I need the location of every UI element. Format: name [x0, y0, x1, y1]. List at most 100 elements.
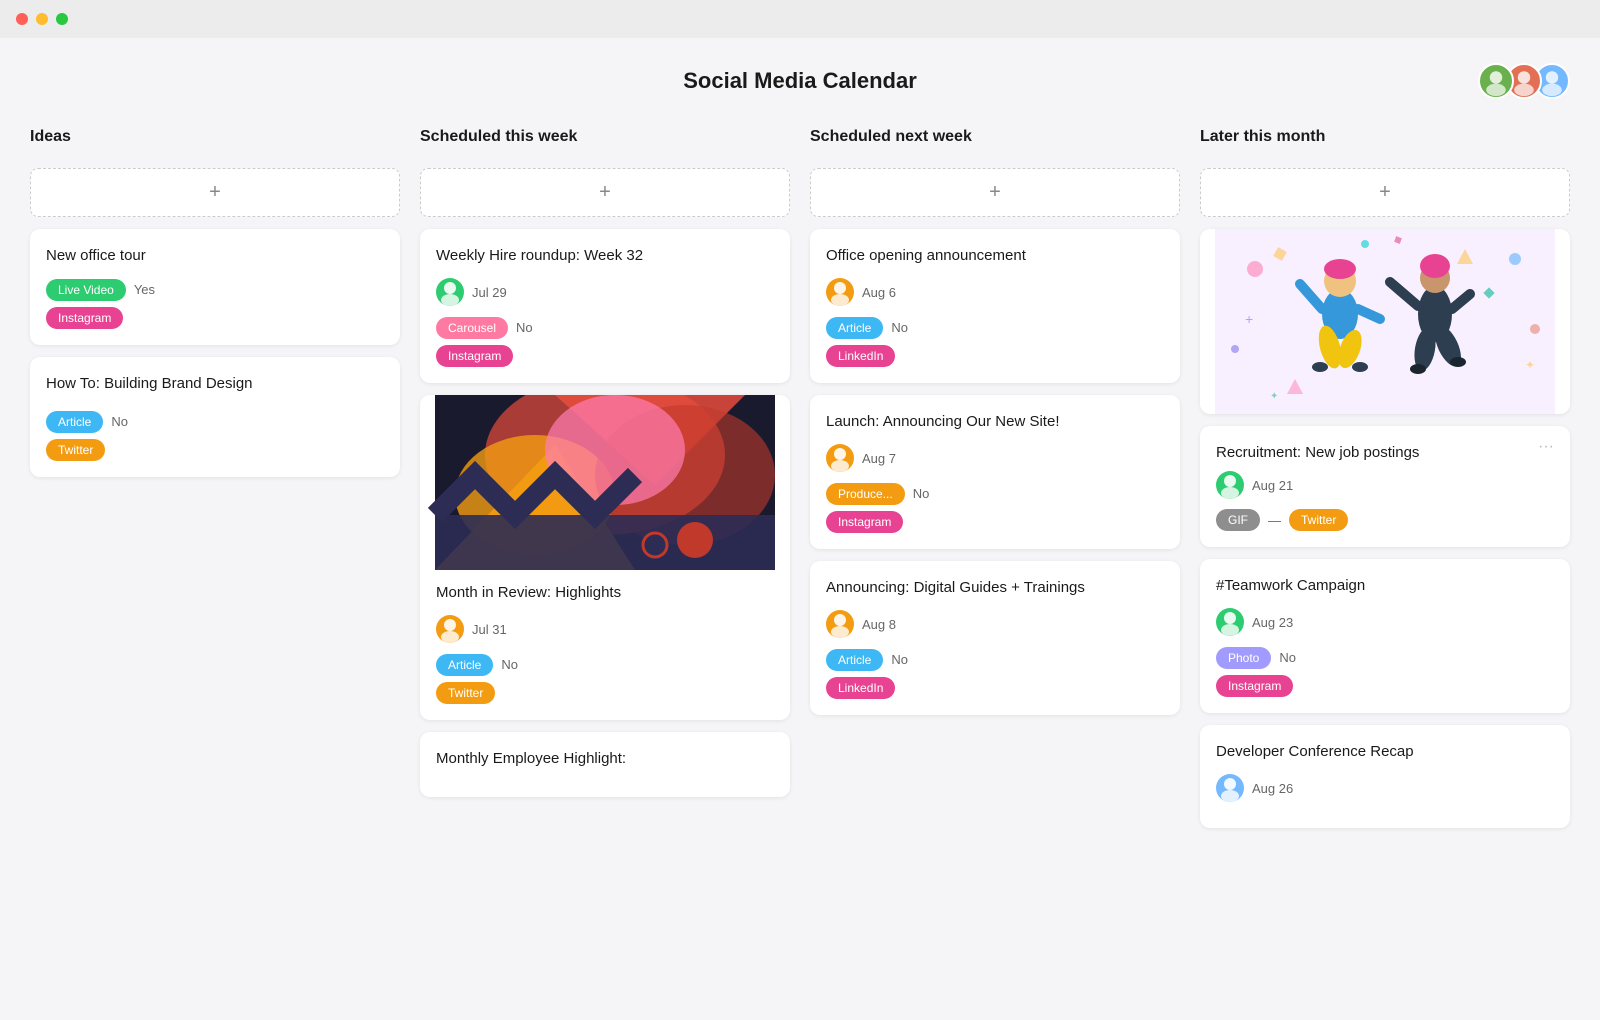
card-meta: Aug 26 [1216, 774, 1554, 802]
tag-article: Article [826, 317, 883, 339]
card-tags-2: Instagram [1216, 675, 1554, 697]
card-title: Developer Conference Recap [1216, 741, 1554, 762]
tag-linkedin: LinkedIn [826, 677, 895, 699]
tag-carousel: Carousel [436, 317, 508, 339]
tag-instagram: Instagram [1216, 675, 1293, 697]
card-new-site: Launch: Announcing Our New Site! Aug 7 P… [810, 395, 1180, 549]
card-title: Month in Review: Highlights [436, 582, 774, 603]
card-dev-conference: Developer Conference Recap Aug 26 [1200, 725, 1570, 828]
column-later: Later this month + [1200, 124, 1570, 828]
card-month-review: Month in Review: Highlights Jul 31 Artic… [420, 395, 790, 720]
card-avatar [826, 444, 854, 472]
tag-instagram: Instagram [826, 511, 903, 533]
card-extra-label: No [913, 482, 930, 505]
user-avatars [1486, 63, 1570, 99]
card-avatar [1216, 774, 1244, 802]
tag-photo: Photo [1216, 647, 1271, 669]
card-extra-label: Yes [134, 278, 155, 301]
card-title: Launch: Announcing Our New Site! [826, 411, 1164, 432]
card-title: Weekly Hire roundup: Week 32 [436, 245, 774, 266]
card-illustration: + ✦ ✦ [1200, 229, 1570, 414]
card-avatar [826, 278, 854, 306]
card-meta: Aug 8 [826, 610, 1164, 638]
tag-produce: Produce... [826, 483, 905, 505]
avatar-user1 [1478, 63, 1514, 99]
card-date: Aug 8 [862, 617, 896, 632]
svg-text:✦: ✦ [1525, 358, 1535, 372]
card-monthly-employee: Monthly Employee Highlight: [420, 732, 790, 797]
card-avatar [1216, 471, 1244, 499]
card-date: Jul 31 [472, 622, 507, 637]
card-tags: Article No [826, 316, 1164, 339]
page-title: Social Media Calendar [683, 68, 917, 94]
illustration-area: + ✦ ✦ [1200, 229, 1570, 414]
card-date: Aug 23 [1252, 615, 1293, 630]
card-content: Month in Review: Highlights Jul 31 Artic… [420, 570, 790, 720]
card-office-opening: Office opening announcement Aug 6 Articl… [810, 229, 1180, 383]
card-title: Monthly Employee Highlight: [436, 748, 774, 769]
card-extra-label: No [891, 316, 908, 339]
card-tags-2: Instagram [826, 511, 1164, 533]
card-extra-label: No [501, 653, 518, 676]
column-ideas: Ideas + New office tour Live Video Yes I… [30, 124, 400, 828]
card-recruitment: Recruitment: New job postings ··· Aug 21… [1200, 426, 1570, 547]
main-content: Social Media Calendar Ideas + New office… [0, 38, 1600, 1020]
card-tags-2: Twitter [46, 439, 384, 461]
card-extra-label: No [891, 648, 908, 671]
card-date: Aug 6 [862, 285, 896, 300]
card-header-row: Recruitment: New job postings ··· [1216, 442, 1554, 471]
card-tags: Article No [826, 648, 1164, 671]
column-later-header: Later this month [1200, 124, 1570, 156]
tag-gif: GIF [1216, 509, 1260, 531]
page-header: Social Media Calendar [30, 68, 1570, 94]
tag-live-video: Live Video [46, 279, 126, 301]
card-building-brand: How To: Building Brand Design Article No… [30, 357, 400, 477]
card-meta: Jul 29 [436, 278, 774, 306]
column-ideas-header: Ideas [30, 124, 400, 156]
card-digital-guides: Announcing: Digital Guides + Trainings A… [810, 561, 1180, 715]
minimize-button[interactable] [36, 13, 48, 25]
tag-article: Article [46, 411, 103, 433]
svg-text:✦: ✦ [1270, 391, 1278, 402]
column-next-week: Scheduled next week + Office opening ann… [810, 124, 1180, 828]
card-date: Aug 7 [862, 451, 896, 466]
card-date: Jul 29 [472, 285, 507, 300]
tag-twitter: Twitter [436, 682, 495, 704]
tag-twitter: Twitter [46, 439, 105, 461]
add-later-button[interactable]: + [1200, 168, 1570, 217]
add-next-week-button[interactable]: + [810, 168, 1180, 217]
card-tags-2: Twitter [436, 682, 774, 704]
card-tags-2: LinkedIn [826, 345, 1164, 367]
card-tags: Article No [436, 653, 774, 676]
tag-twitter: Twitter [1289, 509, 1348, 531]
tag-instagram: Instagram [436, 345, 513, 367]
card-meta: Jul 31 [436, 615, 774, 643]
card-meta: Aug 23 [1216, 608, 1554, 636]
column-next-week-header: Scheduled next week [810, 124, 1180, 156]
card-date: Aug 26 [1252, 781, 1293, 796]
card-tags-2: LinkedIn [826, 677, 1164, 699]
card-teamwork: #Teamwork Campaign Aug 23 Photo No Insta… [1200, 559, 1570, 713]
titlebar [0, 0, 1600, 38]
card-avatar [436, 278, 464, 306]
card-extra-label: No [516, 316, 533, 339]
card-title: #Teamwork Campaign [1216, 575, 1554, 596]
tag-separator: — [1268, 513, 1281, 528]
card-tags-2: Instagram [46, 307, 384, 329]
card-title: New office tour [46, 245, 384, 266]
more-options-button[interactable]: ··· [1538, 438, 1554, 456]
card-avatar [826, 610, 854, 638]
add-ideas-button[interactable]: + [30, 168, 400, 217]
card-date: Aug 21 [1252, 478, 1293, 493]
maximize-button[interactable] [56, 13, 68, 25]
card-extra-label: No [111, 410, 128, 433]
add-this-week-button[interactable]: + [420, 168, 790, 217]
card-meta: Aug 6 [826, 278, 1164, 306]
card-avatar [1216, 608, 1244, 636]
card-title: How To: Building Brand Design [46, 373, 384, 394]
close-button[interactable] [16, 13, 28, 25]
card-image [420, 395, 790, 570]
card-tags: Live Video Yes [46, 278, 384, 301]
svg-text:+: + [1245, 311, 1253, 327]
tag-article: Article [826, 649, 883, 671]
